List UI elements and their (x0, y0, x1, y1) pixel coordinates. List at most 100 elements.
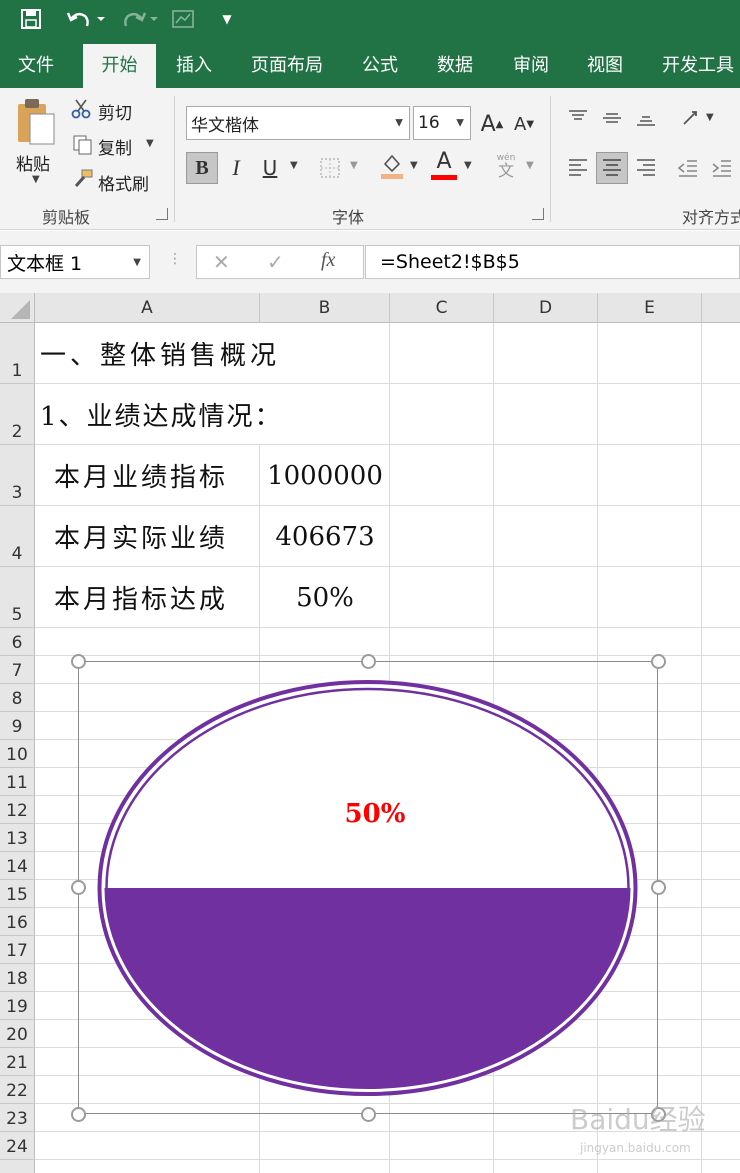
align-center-icon[interactable] (596, 152, 628, 184)
underline-dropdown-icon[interactable]: ▼ (290, 160, 298, 171)
fill-color-icon[interactable] (376, 150, 408, 182)
row-header[interactable]: 14 (0, 852, 35, 880)
tab-file[interactable]: 文件 (0, 44, 72, 88)
paste-button[interactable]: 粘贴 (16, 150, 50, 175)
cut-button[interactable]: 剪切 (98, 99, 132, 124)
tab-review[interactable]: 审阅 (498, 44, 564, 88)
decrease-indent-icon[interactable] (672, 152, 704, 184)
chart-icon[interactable] (168, 6, 198, 32)
copy-dropdown-icon[interactable]: ▼ (146, 138, 154, 149)
clipboard-launcher-icon[interactable] (156, 208, 168, 220)
orientation-dropdown-icon[interactable]: ▼ (706, 112, 714, 123)
cell-a2[interactable]: 1、业绩达成情况： (40, 384, 283, 445)
tab-home[interactable]: 开始 (83, 44, 156, 88)
font-color-icon[interactable]: A (428, 148, 460, 180)
italic-button[interactable]: I (220, 152, 252, 184)
column-header-d[interactable]: D (494, 293, 598, 323)
row-header[interactable]: 8 (0, 684, 35, 712)
resize-handle-e[interactable] (651, 880, 666, 895)
increase-indent-icon[interactable] (706, 152, 738, 184)
phonetic-guide-icon[interactable]: wén 文 (490, 150, 522, 182)
column-header-a[interactable]: A (35, 293, 260, 323)
tab-developer[interactable]: 开发工具 (648, 44, 740, 88)
row-header[interactable]: 15 (0, 880, 35, 908)
name-box[interactable]: 文本框 1 ▼ (0, 245, 150, 279)
align-top-icon[interactable] (562, 102, 594, 134)
copy-button[interactable]: 复制 (98, 134, 132, 159)
column-header-e[interactable]: E (598, 293, 702, 323)
cell-a3[interactable]: 本月业绩指标 (54, 445, 228, 506)
bold-button[interactable]: B (186, 152, 218, 184)
format-painter-button[interactable]: 格式刷 (98, 170, 149, 195)
font-size-combobox[interactable]: 16 ▼ (413, 106, 471, 140)
cell-b3[interactable]: 1000000 (260, 445, 390, 506)
row-header[interactable]: 24 (0, 1132, 35, 1160)
row-header[interactable]: 13 (0, 824, 35, 852)
save-icon[interactable] (14, 6, 48, 32)
tab-view[interactable]: 视图 (572, 44, 638, 88)
cell-a1[interactable]: 一、整体销售概况 (40, 323, 280, 384)
borders-icon[interactable] (314, 152, 346, 184)
row-header[interactable]: 20 (0, 1020, 35, 1048)
borders-dropdown-icon[interactable]: ▼ (350, 160, 358, 171)
row-header[interactable]: 10 (0, 740, 35, 768)
cell-a4[interactable]: 本月实际业绩 (54, 506, 228, 567)
cell-b4[interactable]: 406673 (260, 506, 390, 567)
progress-ellipse[interactable] (95, 678, 640, 1098)
row-header[interactable]: 23 (0, 1104, 35, 1132)
select-all-button[interactable] (0, 293, 35, 323)
customize-qat-icon[interactable]: ▼ (216, 6, 238, 32)
row-header[interactable]: 9 (0, 712, 35, 740)
align-middle-icon[interactable] (596, 102, 628, 134)
insert-function-icon[interactable]: fx (321, 249, 335, 272)
redo-icon[interactable] (116, 6, 160, 32)
font-name-combobox[interactable]: 华文楷体 ▼ (186, 106, 410, 140)
tab-formulas[interactable]: 公式 (348, 44, 412, 88)
row-header[interactable] (0, 1160, 35, 1173)
font-launcher-icon[interactable] (532, 208, 544, 220)
copy-icon[interactable] (72, 134, 94, 161)
tab-data[interactable]: 数据 (422, 44, 488, 88)
underline-button[interactable]: U (254, 152, 286, 184)
scissors-icon[interactable] (70, 98, 94, 125)
cancel-icon[interactable]: ✕ (213, 250, 230, 274)
cell-b5[interactable]: 50% (260, 567, 390, 628)
fill-color-dropdown-icon[interactable]: ▼ (410, 160, 418, 171)
cell-a5[interactable]: 本月指标达成 (54, 567, 228, 628)
resize-handle-w[interactable] (71, 880, 86, 895)
row-header[interactable]: 5 (0, 567, 35, 628)
enter-icon[interactable]: ✓ (267, 250, 284, 274)
resize-handle-sw[interactable] (71, 1107, 86, 1122)
decrease-font-size-icon[interactable]: A ▼ (508, 108, 540, 140)
row-header[interactable]: 3 (0, 445, 35, 506)
row-header[interactable]: 1 (0, 323, 35, 384)
row-header[interactable]: 19 (0, 992, 35, 1020)
resize-handle-s[interactable] (361, 1107, 376, 1122)
row-header[interactable]: 4 (0, 506, 35, 567)
orientation-icon[interactable] (676, 102, 708, 134)
phonetic-dropdown-icon[interactable]: ▼ (526, 160, 534, 171)
undo-icon[interactable] (62, 6, 108, 32)
paste-icon[interactable] (12, 96, 62, 152)
row-header[interactable]: 6 (0, 628, 35, 656)
column-header-b[interactable]: B (260, 293, 390, 323)
align-right-icon[interactable] (630, 152, 662, 184)
format-painter-icon[interactable] (70, 168, 94, 195)
tab-insert[interactable]: 插入 (160, 44, 228, 88)
resize-handle-n[interactable] (361, 654, 376, 669)
row-header[interactable]: 21 (0, 1048, 35, 1076)
font-color-dropdown-icon[interactable]: ▼ (464, 160, 472, 171)
align-bottom-icon[interactable] (630, 102, 662, 134)
row-header[interactable]: 17 (0, 936, 35, 964)
row-header[interactable]: 16 (0, 908, 35, 936)
tab-page-layout[interactable]: 页面布局 (236, 44, 338, 88)
row-header[interactable]: 18 (0, 964, 35, 992)
column-header-c[interactable]: C (390, 293, 494, 323)
resize-handle-nw[interactable] (71, 654, 86, 669)
row-header[interactable]: 12 (0, 796, 35, 824)
align-left-icon[interactable] (562, 152, 594, 184)
row-header[interactable]: 22 (0, 1076, 35, 1104)
column-header-f[interactable] (702, 293, 740, 323)
row-header[interactable]: 11 (0, 768, 35, 796)
paste-dropdown-icon[interactable]: ▼ (32, 174, 40, 185)
